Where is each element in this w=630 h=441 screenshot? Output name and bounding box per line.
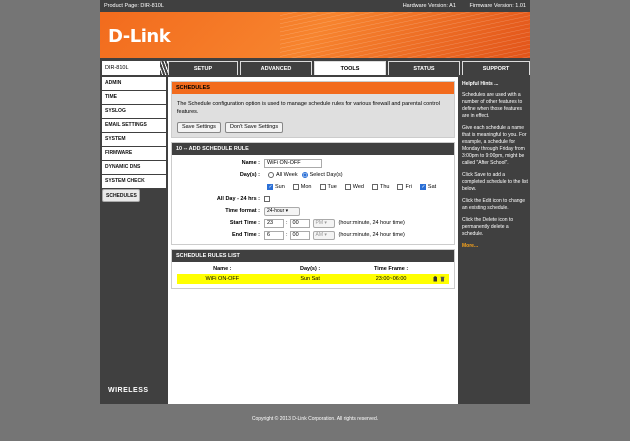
select-days-radio[interactable]	[301, 172, 308, 178]
rules-table-header: Name : Day(s) : Time Frame :	[177, 264, 449, 274]
brand-banner: D-Link	[100, 12, 530, 58]
day-checkbox-sat[interactable]	[419, 184, 426, 190]
table-row: WiFi ON-OFF Sun Sat 23:00~06:00	[177, 274, 449, 284]
helpful-hints-panel: Helpful Hints ... Schedules are used wit…	[460, 77, 530, 404]
more-hints-link[interactable]: More...	[462, 243, 528, 250]
day-checkbox-wed[interactable]	[344, 184, 351, 190]
rule-time-cell: 23:00~06:00	[375, 276, 407, 282]
main-content: SCHEDULES The Schedule configuration opt…	[168, 77, 458, 404]
select-days-label: Select Day(s)	[309, 172, 343, 178]
name-input[interactable]: WiFi ON-OFF	[264, 158, 322, 168]
start-ampm-select[interactable]: PM ▾	[312, 218, 335, 228]
sidebar-item-email-settings[interactable]: EMAIL SETTINGS	[102, 119, 166, 132]
copyright: Copyright © 2013 D-Link Corporation. All…	[251, 416, 379, 422]
day-checkbox-thu[interactable]	[372, 184, 378, 190]
sidebar-item-dynamic-dns[interactable]: DYNAMIC DNS	[102, 161, 166, 174]
hint-paragraph: Click the Delete icon to permanently del…	[462, 217, 514, 237]
name-label: Name :	[241, 160, 260, 166]
schedules-title: SCHEDULES	[172, 82, 454, 94]
main-nav: DIR-810L SETUP ADVANCED TOOLS STATUS SUP…	[100, 58, 530, 75]
col-timeframe-header: Time Frame :	[374, 266, 409, 272]
hint-paragraph: Click Save to add a completed schedule t…	[462, 172, 528, 192]
sidebar-item-system-check[interactable]: SYSTEM CHECK	[102, 175, 166, 188]
banner-stripes	[280, 12, 530, 58]
day-label-fri: Fri	[405, 184, 412, 190]
all-day-label: All Day - 24 hrs :	[216, 196, 260, 202]
end-ampm-select[interactable]: AM ▾	[312, 230, 335, 240]
start-time-colon: :	[286, 220, 288, 226]
hint-paragraph: Give each schedule a name that is meanin…	[462, 125, 527, 166]
rules-list-title: SCHEDULE RULES LIST	[172, 250, 454, 262]
day-checkbox-mon[interactable]	[292, 184, 299, 190]
start-time-label: Start Time :	[229, 220, 260, 226]
product-page-link[interactable]: Product Page: DIR-810L	[104, 0, 391, 12]
dont-save-settings-button[interactable]: Don't Save Settings	[224, 122, 284, 133]
add-schedule-rule-section: 10 -- ADD SCHEDULE RULE Name : WiFi ON-O…	[171, 142, 455, 245]
hint-paragraph: Click the Edit icon to change an existin…	[462, 198, 526, 211]
sidebar-item-firmware[interactable]: FIRMWARE	[102, 147, 166, 160]
sidebar: ADMIN TIME SYSLOG EMAIL SETTINGS SYSTEM …	[102, 77, 166, 404]
tab-status[interactable]: STATUS	[388, 61, 460, 75]
start-ampm-value: PM	[315, 219, 324, 226]
day-label-tue: Tue	[327, 184, 337, 190]
day-label-wed: Wed	[352, 184, 364, 190]
day-checkbox-sun[interactable]	[267, 184, 273, 190]
sidebar-item-admin[interactable]: ADMIN	[102, 77, 166, 90]
time-format-select[interactable]: 24-hour ▾	[264, 206, 300, 216]
edit-icon[interactable]	[433, 276, 438, 282]
day-label-mon: Mon	[300, 184, 312, 190]
all-week-radio[interactable]	[268, 172, 274, 178]
add-rule-title: 10 -- ADD SCHEDULE RULE	[172, 143, 454, 155]
all-day-checkbox[interactable]	[264, 196, 270, 202]
all-week-label: All Week	[276, 172, 298, 178]
day-label-sat: Sat	[427, 184, 437, 190]
wireless-label: WIRELESS	[108, 387, 149, 394]
sidebar-item-syslog[interactable]: SYSLOG	[102, 105, 166, 118]
sidebar-item-schedules[interactable]: SCHEDULES	[102, 189, 140, 202]
days-label: Day(s) :	[239, 172, 260, 178]
end-time-colon: :	[286, 232, 288, 238]
rule-name-cell: WiFi ON-OFF	[205, 276, 240, 282]
router-frame: Product Page: DIR-810L Hardware Version:…	[100, 0, 530, 404]
col-days-header: Day(s) :	[300, 266, 321, 272]
sidebar-item-time[interactable]: TIME	[102, 91, 166, 104]
end-time-label: End Time :	[231, 232, 260, 238]
day-label-sun: Sun	[275, 184, 285, 190]
firmware-version: Firmware Version: 1.01	[469, 3, 526, 9]
day-checkbox-tue[interactable]	[319, 184, 326, 190]
tab-advanced[interactable]: ADVANCED	[240, 61, 312, 75]
hints-title: Helpful Hints ...	[462, 81, 499, 87]
start-time-hint: (hour:minute, 24 hour time)	[338, 220, 405, 226]
top-bar: Product Page: DIR-810L Hardware Version:…	[100, 0, 530, 12]
start-minute-input[interactable]: 00	[289, 218, 310, 228]
day-label-thu: Thu	[380, 184, 390, 190]
time-format-value: 24-hour	[267, 207, 285, 214]
schedules-description: The Schedule configuration option is use…	[177, 101, 440, 115]
schedule-rules-list-section: SCHEDULE RULES LIST Name : Day(s) : Time…	[171, 249, 455, 289]
model-label: DIR-810L	[102, 61, 168, 75]
time-format-label: Time format :	[225, 208, 260, 214]
schedules-section: SCHEDULES The Schedule configuration opt…	[171, 81, 455, 138]
tab-tools[interactable]: TOOLS	[314, 61, 386, 75]
tab-support[interactable]: SUPPORT	[462, 61, 530, 75]
end-time-hint: (hour:minute, 24 hour time)	[338, 232, 405, 238]
start-hour-input[interactable]: 23	[264, 218, 284, 228]
sidebar-item-system[interactable]: SYSTEM	[102, 133, 166, 146]
col-name-header: Name :	[213, 266, 232, 272]
end-hour-input[interactable]: 6	[264, 230, 284, 240]
day-checkbox-fri[interactable]	[397, 184, 404, 190]
hardware-version: Hardware Version: A1	[402, 3, 456, 9]
delete-icon[interactable]	[440, 276, 445, 282]
end-ampm-value: AM	[315, 231, 324, 238]
end-minute-input[interactable]: 00	[289, 230, 310, 240]
dlink-logo: D-Link	[108, 26, 171, 47]
hint-paragraph: Schedules are used with a number of othe…	[462, 92, 523, 119]
tab-setup[interactable]: SETUP	[168, 61, 238, 75]
save-settings-button[interactable]: Save Settings	[177, 122, 221, 133]
rule-days-cell: Sun Sat	[300, 276, 320, 282]
